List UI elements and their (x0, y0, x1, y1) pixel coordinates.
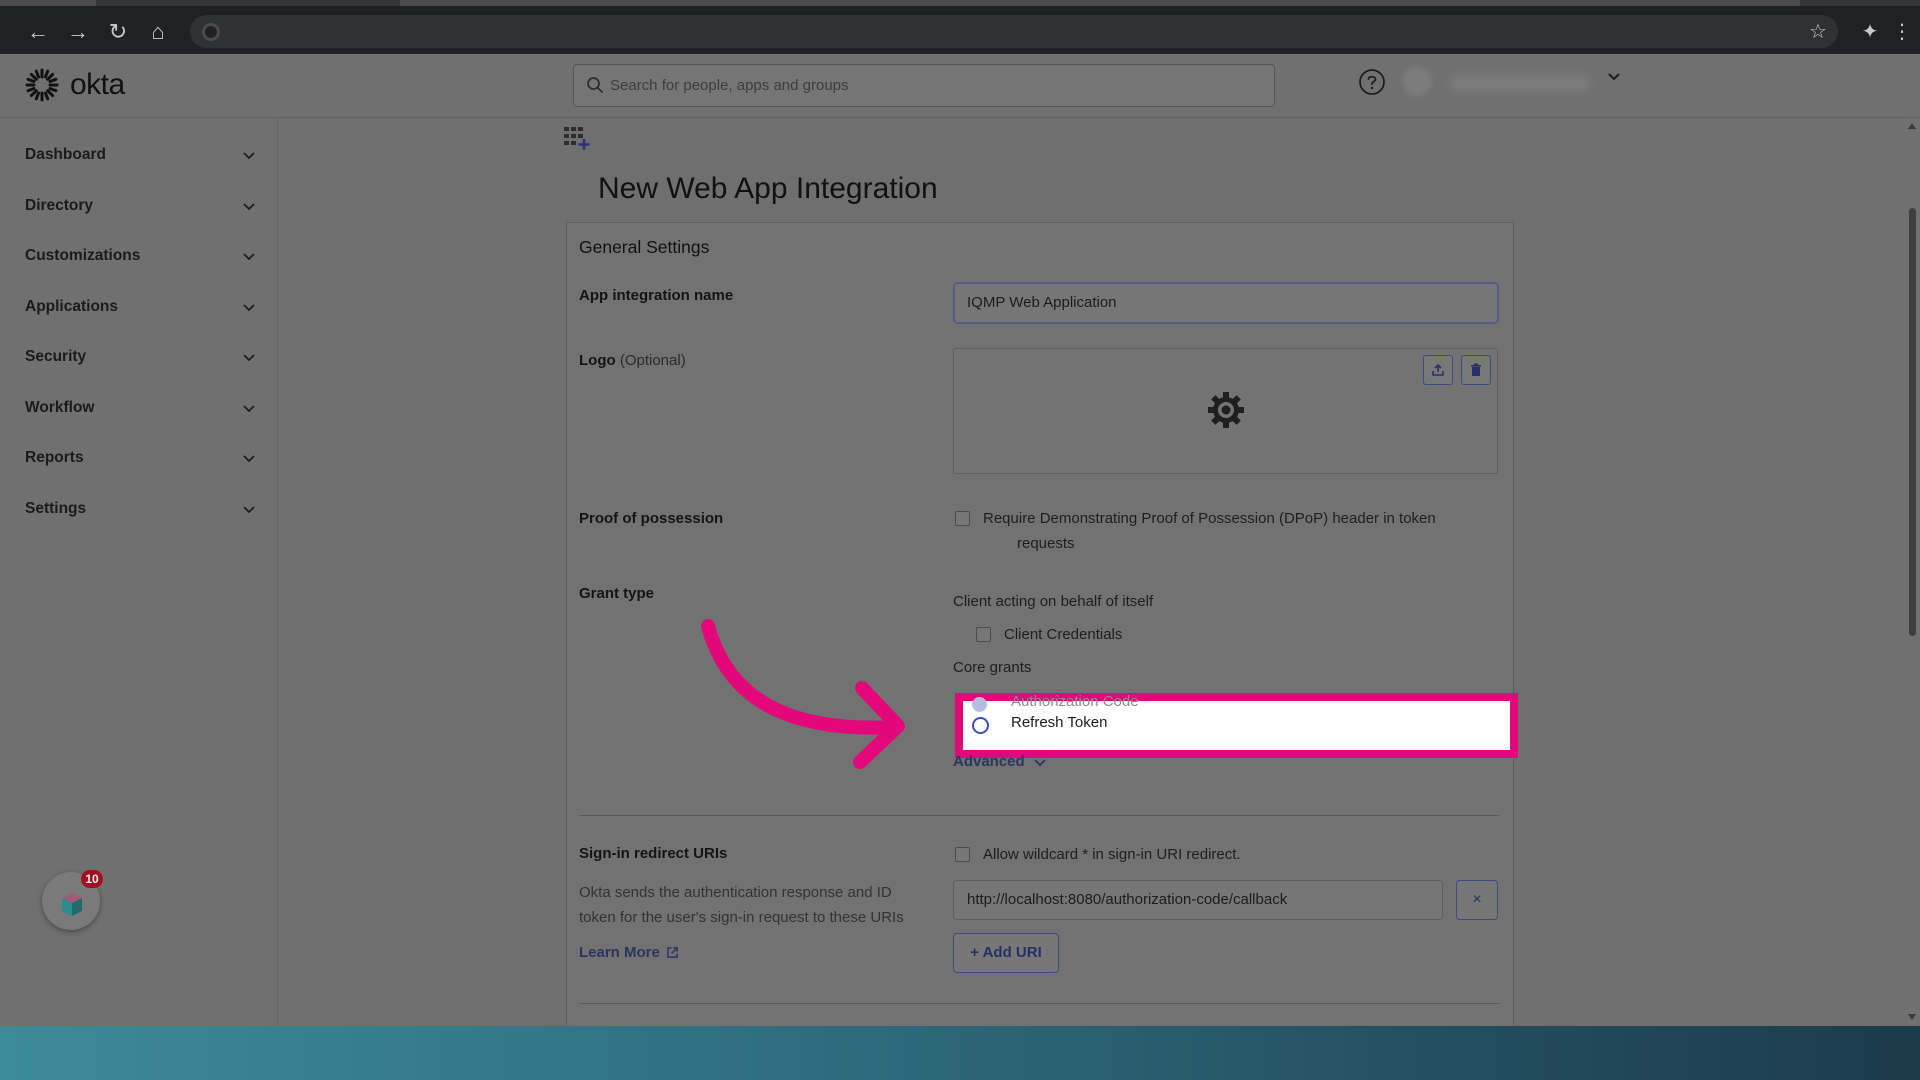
section-title: General Settings (579, 237, 710, 257)
okta-sunburst-icon (25, 68, 59, 102)
site-info-icon[interactable] (202, 23, 220, 41)
logo-optional-text: (Optional) (619, 352, 686, 369)
home-icon[interactable]: ⌂ (144, 18, 172, 46)
dpop-checkbox-label-cont: requests (1017, 535, 1075, 552)
upload-icon (1432, 363, 1444, 376)
dpop-checkbox-label: Require Demonstrating Proof of Possessio… (983, 510, 1436, 527)
chevron-down-icon[interactable] (1604, 66, 1624, 86)
user-name-redacted[interactable] (1450, 74, 1590, 92)
learn-more-label: Learn More (579, 944, 660, 961)
core-grants-heading: Core grants (953, 659, 1032, 676)
search-input[interactable] (610, 65, 1250, 106)
remove-uri-button[interactable]: × (1456, 880, 1498, 920)
sidebar-item-security[interactable]: Security (25, 342, 257, 372)
sidebar-item-directory[interactable]: Directory (25, 191, 257, 221)
client-credentials-label: Client Credentials (1004, 626, 1123, 643)
browser-toolbar: ← → ↻ ⌂ ☆ ✦ ⋮ (0, 0, 1920, 54)
scroll-thumb[interactable] (1909, 208, 1916, 636)
sidebar-item-settings[interactable]: Settings (25, 494, 257, 524)
app-name-input[interactable]: IQMP Web Application (953, 282, 1499, 324)
sidebar-item-dashboard[interactable]: Dashboard (25, 140, 257, 170)
chevron-down-icon (243, 455, 255, 463)
sidebar-item-label: Reports (25, 449, 84, 466)
logo-text: okta (70, 68, 125, 101)
trash-icon (1471, 363, 1481, 376)
sidebar-item-reports[interactable]: Reports (25, 443, 257, 473)
pointer-arrow-annotation (701, 619, 905, 769)
global-search[interactable] (573, 64, 1275, 107)
logo-label: Logo (Optional) (579, 352, 686, 369)
reload-icon[interactable]: ↻ (104, 18, 132, 46)
add-uri-label: Add URI (982, 944, 1042, 961)
address-bar[interactable] (190, 15, 1838, 48)
advanced-label: Advanced (953, 753, 1025, 770)
external-link-icon (666, 947, 678, 958)
top-header: okta (0, 54, 1920, 118)
dpop-checkbox[interactable] (955, 511, 970, 526)
upload-logo-button[interactable] (1423, 355, 1453, 385)
sidebar-item-workflow[interactable]: Workflow (25, 393, 257, 423)
chevron-down-icon (1034, 758, 1046, 766)
sidebar-item-label: Customizations (25, 247, 141, 264)
scroll-down-icon[interactable] (1908, 1014, 1916, 1020)
delete-logo-button[interactable] (1461, 355, 1491, 385)
browser-menu-icon[interactable]: ⋮ (1888, 18, 1916, 46)
app-grid-add-icon (564, 127, 590, 150)
chevron-down-icon (243, 253, 255, 261)
section-divider (579, 815, 1499, 816)
section-divider (579, 1003, 1499, 1004)
sidebar-item-label: Dashboard (25, 146, 106, 163)
sidebar-item-label: Security (25, 348, 87, 365)
notification-badge: 10 (81, 870, 103, 888)
bookmark-star-icon[interactable]: ☆ (1804, 18, 1832, 46)
app-name-label: App integration name (579, 287, 734, 304)
refresh-token-label: Refresh Token (1011, 714, 1108, 731)
sidebar-item-customizations[interactable]: Customizations (25, 241, 257, 271)
redirect-uri-input[interactable]: http://localhost:8080/authorization-code… (953, 880, 1443, 920)
redirect-description: Okta sends the authentication response a… (579, 884, 892, 901)
sidebar-item-label: Applications (25, 298, 119, 315)
behalf-heading: Client acting on behalf of itself (953, 593, 1154, 610)
back-icon[interactable]: ← (24, 18, 52, 46)
chevron-down-icon (243, 203, 255, 211)
chevron-down-icon (243, 405, 255, 413)
browser-tabstrip (0, 0, 1920, 6)
authorization-code-label: Authorization Code (1011, 693, 1139, 710)
user-avatar[interactable] (1402, 66, 1432, 96)
search-icon (587, 77, 603, 93)
sidebar-item-label: Directory (25, 197, 94, 214)
sidebar-item-label: Settings (25, 500, 87, 517)
redirect-label: Sign-in redirect URIs (579, 845, 728, 862)
chevron-down-icon (243, 354, 255, 362)
sidebar-item-applications[interactable]: Applications (25, 292, 257, 322)
page-title: New Web App Integration (598, 172, 938, 205)
grant-type-label: Grant type (579, 585, 655, 602)
advanced-toggle[interactable]: Advanced (953, 753, 1047, 770)
refresh-token-highlight: Authorization Code Refresh Token (955, 693, 1518, 758)
wildcard-checkbox[interactable] (955, 847, 970, 862)
wildcard-label: Allow wildcard * in sign-in URI redirect… (983, 846, 1241, 863)
client-credentials-checkbox[interactable] (976, 627, 991, 642)
chevron-down-icon (243, 304, 255, 312)
authorization-code-checkbox[interactable] (972, 697, 987, 712)
gear-icon (1208, 392, 1244, 428)
forward-icon[interactable]: → (64, 18, 92, 46)
desktop-background (0, 1026, 1920, 1080)
sidebar-item-label: Workflow (25, 399, 95, 416)
redirect-description-cont: token for the user's sign-in request to … (579, 909, 904, 926)
learn-more-link[interactable]: Learn More (579, 944, 679, 961)
add-uri-button[interactable]: + Add URI (953, 933, 1059, 973)
extensions-icon[interactable]: ✦ (1856, 18, 1884, 46)
browser-tab[interactable] (400, 0, 1800, 6)
chevron-down-icon (243, 152, 255, 160)
page-scrollbar[interactable] (1904, 118, 1920, 1026)
chevron-down-icon (243, 506, 255, 514)
help-icon[interactable] (1358, 68, 1386, 96)
proof-label: Proof of possession (579, 510, 724, 527)
logo-label-text: Logo (579, 352, 616, 369)
okta-logo[interactable]: okta (24, 67, 125, 103)
browser-tab[interactable] (0, 0, 96, 6)
refresh-token-checkbox[interactable] (972, 717, 989, 734)
scroll-up-icon[interactable] (1908, 123, 1916, 129)
